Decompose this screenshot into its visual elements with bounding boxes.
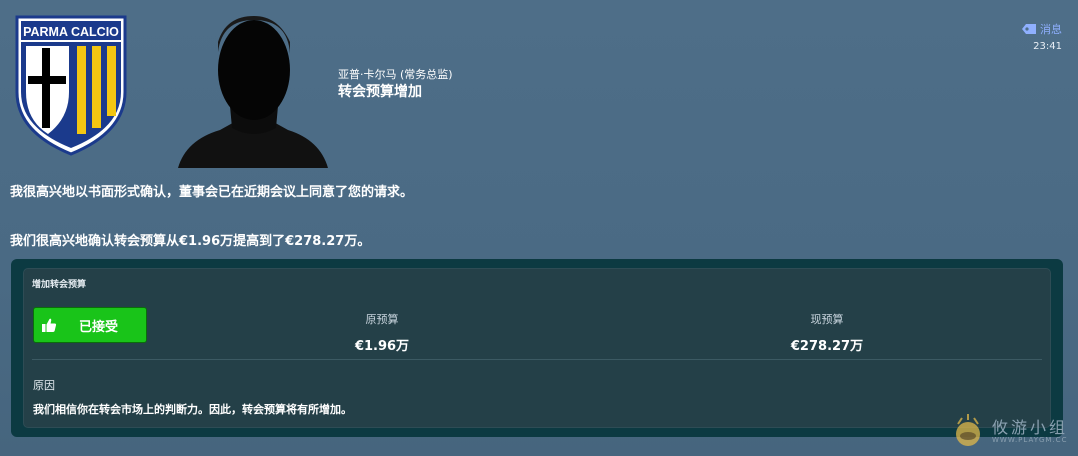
watermark-url: WWW.PLAYGM.CC: [992, 436, 1068, 444]
inbox-link[interactable]: 消息: [1022, 23, 1062, 36]
club-crest: PARMA CALCIO: [15, 15, 127, 156]
message-time: 23:41: [1033, 41, 1062, 52]
new-budget-value: €278.27万: [790, 339, 864, 354]
card-title: 增加转会预算: [32, 280, 87, 290]
person-silhouette: [178, 16, 328, 168]
accepted-button[interactable]: 已接受: [33, 307, 147, 343]
header-right: 消息 23:41: [1022, 19, 1062, 52]
budget-card: 增加转会预算 已接受 原预算 €1.96万 现预算 €278.27万 原因 我们…: [23, 268, 1051, 428]
message-subject: 转会预算增加: [338, 84, 422, 100]
message-sender-block: 亚普·卡尔马 (常务总监) 转会预算增加: [338, 68, 453, 101]
message-line-2: 我们很高兴地确认转会预算从€1.96万提高到了€278.27万。: [10, 234, 371, 249]
tag-icon: [1022, 24, 1036, 34]
site-watermark: 攸游小组 WWW.PLAYGM.CC: [944, 412, 1074, 452]
old-budget: 原预算 €1.96万: [282, 311, 482, 354]
crest-text: PARMA CALCIO: [23, 25, 119, 39]
watermark-text: 攸游小组: [992, 418, 1069, 437]
old-budget-value: €1.96万: [354, 339, 410, 354]
old-budget-label: 原预算: [365, 313, 399, 326]
accepted-label: 已接受: [79, 319, 119, 335]
mascot-icon: [956, 414, 980, 446]
new-budget-label: 现预算: [810, 313, 844, 326]
message-line-1: 我很高兴地以书面形式确认，董事会已在近期会议上同意了您的请求。: [10, 185, 414, 200]
inbox-label: 消息: [1040, 22, 1062, 36]
sender-name: 亚普·卡尔马 (常务总监): [338, 68, 453, 81]
budget-panel: 增加转会预算 已接受 原预算 €1.96万 现预算 €278.27万 原因 我们…: [11, 259, 1063, 437]
divider: [32, 359, 1042, 360]
thumbs-up-icon: [42, 318, 57, 332]
reason-text: 我们相信你在转会市场上的判断力。因此，转会预算将有所增加。: [33, 403, 352, 416]
reason-heading: 原因: [33, 379, 55, 392]
new-budget: 现预算 €278.27万: [727, 311, 927, 354]
